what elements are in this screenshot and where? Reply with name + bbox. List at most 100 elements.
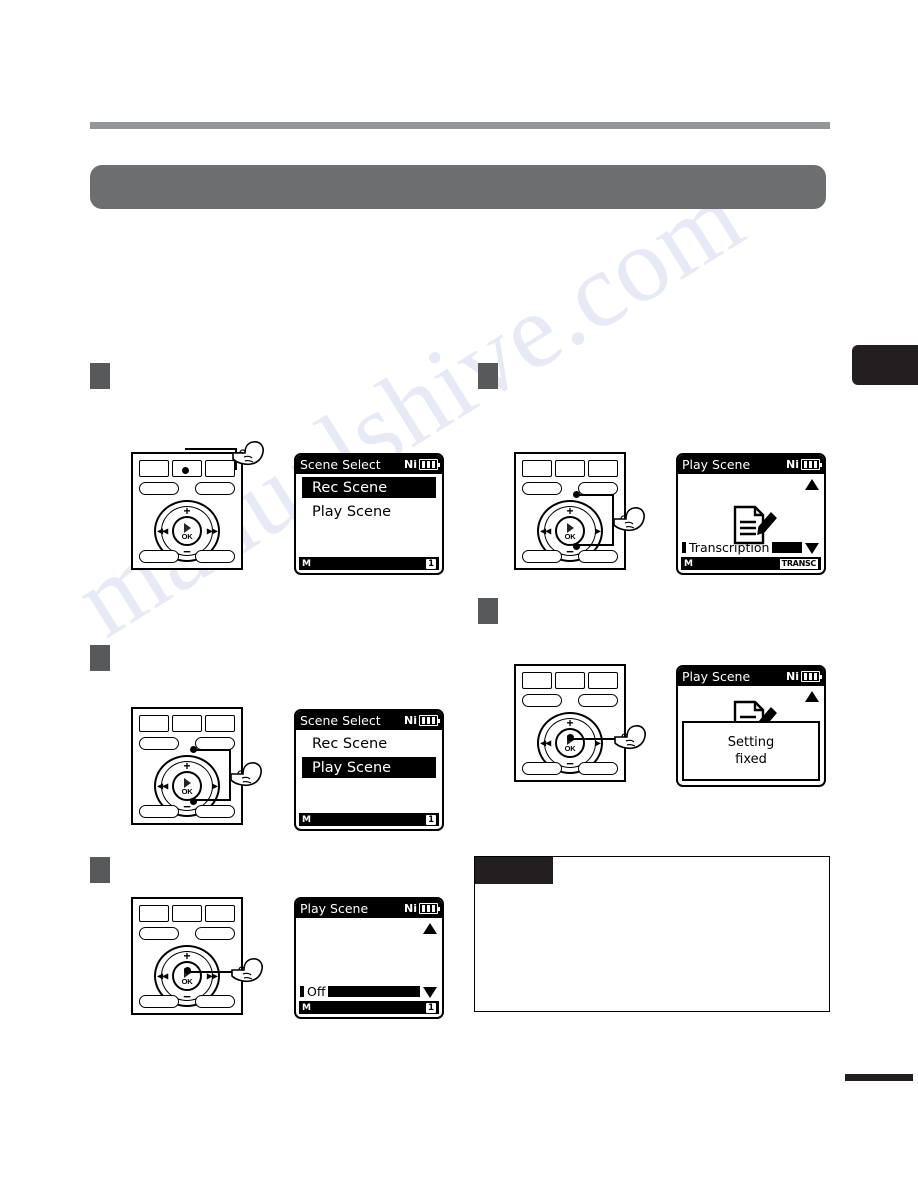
plus-button[interactable]: + [566,505,573,517]
scene-name-2: Transcription [689,540,770,555]
bottom-buttons-row[interactable] [139,550,235,563]
side-buttons-row[interactable] [522,694,618,707]
battery-indicator-2: Ni [786,458,822,471]
pointing-hand-icon-5 [230,957,264,987]
plus-button[interactable]: + [183,950,190,962]
battery-icon-3 [419,715,440,726]
bottom-buttons-row[interactable] [522,762,618,775]
lcd-title-bar-3: Scene Select Ni [296,711,442,730]
section-title-bar [90,165,826,209]
lcd-status-bar-2: M TRANSC [681,557,821,570]
menu-item-play-scene[interactable]: Play Scene [302,501,436,522]
step-marker-2 [478,363,498,389]
note-box [474,856,830,1012]
top-button-strip[interactable] [139,905,235,922]
ok-label: OK [181,976,193,986]
battery-type-label-5: Ni [404,902,417,915]
rewind-button[interactable]: ◀◀ [540,739,551,748]
step-3-screen: Scene Select Ni Rec Scene Play Scene M 1 [294,709,444,831]
top-button-strip[interactable] [139,715,235,732]
ok-button[interactable]: OK [555,728,585,758]
transcription-badge-2: TRANSC [779,558,818,569]
step-3: + − ◀◀ ▶ OK [131,707,262,825]
step-5: + − ◀◀ ▶▶ OK [131,897,263,1015]
play-icon [566,522,574,533]
pointing-hand-icon-1 [231,440,265,470]
plus-button[interactable]: + [183,760,190,772]
step-4-screen: Play Scene Ni Setting fixed [676,665,826,787]
page-thumb-tab [852,345,918,385]
bottom-buttons-row[interactable] [139,995,235,1008]
scene-fill-bar-5 [328,986,420,997]
menu-item-rec-scene[interactable]: Rec Scene [302,477,436,498]
battery-indicator-3: Ni [404,714,440,727]
step-1-screen: Scene Select Ni Rec Scene Play Scene M 1 [294,453,444,575]
bottom-buttons-row[interactable] [139,805,235,818]
selected-scene-2: Transcription [682,540,802,555]
note-tab [475,857,553,884]
lcd-title-text-2: Play Scene [682,457,751,472]
step-marker-3 [90,645,110,671]
side-buttons-row[interactable] [139,927,235,940]
plus-button[interactable]: + [566,717,573,729]
mic-status-5: M [302,1002,311,1013]
lcd-body-1: Rec Scene Play Scene M 1 [296,474,442,573]
ok-button[interactable]: OK [172,961,202,991]
press-point-1 [182,467,189,474]
rewind-button[interactable]: ◀◀ [157,782,168,791]
rewind-button[interactable]: ◀◀ [540,527,551,536]
lcd-screen-3: Scene Select Ni Rec Scene Play Scene M 1 [294,709,444,831]
recorder-illustration-5: + − ◀◀ ▶▶ OK [131,897,243,1015]
bottom-buttons-row[interactable] [522,550,618,563]
lcd-screen-4: Play Scene Ni Setting fixed [676,665,826,787]
scroll-up-arrow-icon-5 [423,923,437,934]
scene-name-5: Off [307,984,326,999]
ok-button[interactable]: OK [172,516,202,546]
top-button-strip[interactable] [522,672,618,689]
battery-indicator-1: Ni [404,458,440,471]
step-marker-5 [90,857,110,883]
press-leader-3 [193,749,231,801]
lcd-title-bar-5: Play Scene Ni [296,899,442,918]
mic-status-2: M [684,558,693,569]
battery-icon-5 [419,903,440,914]
lcd-body-2: Transcription M TRANSC [678,474,824,573]
pointing-hand-icon-3 [229,761,263,791]
step-marker-4 [478,598,498,624]
press-point-plus-2 [573,491,580,498]
forward-button[interactable]: ▶▶ [207,527,218,536]
header-rule [90,122,830,129]
plus-button[interactable]: + [183,505,190,517]
press-leader-5 [187,970,233,973]
selected-scene-5: Off [300,984,420,999]
rewind-button[interactable]: ◀◀ [157,527,168,536]
step-2: + − ◀◀ ▶ OK [514,452,645,570]
menu-item-rec-scene-3[interactable]: Rec Scene [302,733,436,754]
lcd-body-4: Setting fixed [678,686,824,785]
step-2-screen: Play Scene Ni Transcription M TRANSC [676,453,826,575]
lcd-title-bar-2: Play Scene Ni [678,455,824,474]
scroll-up-arrow-icon-2 [805,479,819,490]
mic-status-3: M [302,814,311,825]
press-leader-2 [576,494,614,546]
setting-fixed-dialog: Setting fixed [682,721,820,781]
bullet-icon-2 [682,542,686,553]
press-point-minus-2 [573,543,580,550]
ok-label: OK [181,786,193,796]
battery-type-label-3: Ni [404,714,417,727]
press-point-ok-4 [567,734,574,741]
lcd-body-3: Rec Scene Play Scene M 1 [296,730,442,829]
battery-type-label-2: Ni [786,458,799,471]
side-buttons-row[interactable] [139,482,235,495]
step-1: + − ◀◀ ▶▶ OK [131,441,264,570]
menu-item-play-scene-3[interactable]: Play Scene [302,757,436,778]
rewind-button[interactable]: ◀◀ [157,972,168,981]
step-5-screen: Play Scene Ni Off M 1 [294,897,444,1019]
pointing-hand-icon-4 [613,724,647,754]
lcd-title-text-3: Scene Select [300,713,381,728]
top-button-strip[interactable] [522,460,618,477]
step-4: + − ◀◀ ▶ OK [514,664,646,782]
step-marker-1 [90,363,110,389]
bullet-icon-5 [300,986,304,997]
play-icon [183,777,191,788]
